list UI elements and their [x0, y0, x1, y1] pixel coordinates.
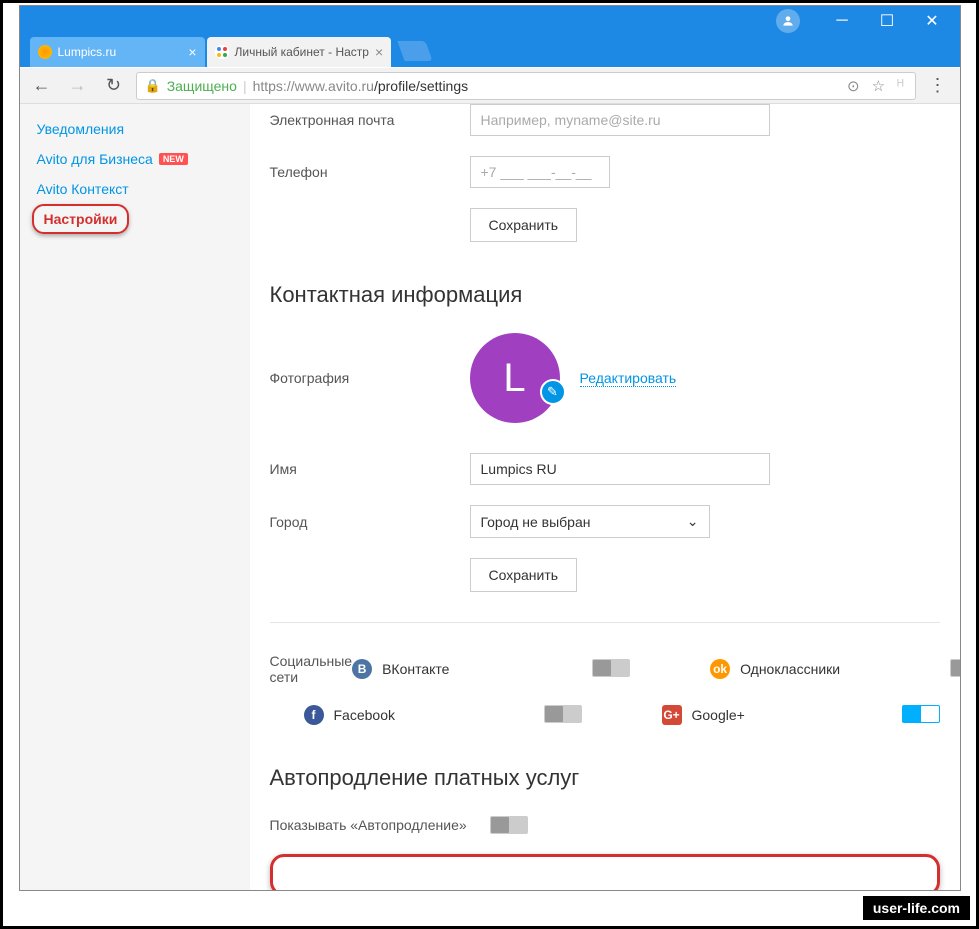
- email-input[interactable]: [470, 104, 770, 136]
- tab-close-icon[interactable]: ×: [375, 44, 383, 60]
- sidebar: Уведомления Avito для Бизнеса NEW Avito …: [20, 104, 250, 890]
- tab-title: Lumpics.ru: [58, 45, 117, 59]
- url-text: https://www.avito.ru/profile/settings: [253, 78, 469, 94]
- search-icon[interactable]: ⊙: [844, 77, 863, 95]
- tab-favicon: [38, 45, 52, 59]
- ok-icon: ok: [710, 659, 730, 679]
- social-gp-label: Google+: [692, 707, 745, 723]
- tab-title: Личный кабинет - Настр: [235, 45, 369, 59]
- reload-button[interactable]: ↻: [100, 72, 128, 100]
- facebook-icon: f: [304, 705, 324, 725]
- sidebar-item-notifications[interactable]: Уведомления: [32, 114, 238, 144]
- name-label: Имя: [270, 461, 470, 477]
- phone-label: Телефон: [270, 164, 470, 180]
- user-account-icon[interactable]: [776, 9, 800, 33]
- auto-section-title: Автопродление платных услуг: [270, 765, 940, 791]
- translate-icon: ᴴ: [894, 77, 906, 94]
- sidebar-item-context[interactable]: Avito Контекст: [32, 174, 238, 204]
- new-badge: NEW: [159, 153, 188, 165]
- tab-favicon: [215, 45, 229, 59]
- social-label: Социальные сети: [270, 653, 353, 685]
- avatar-edit-icon[interactable]: ✎: [540, 379, 566, 405]
- browser-menu-icon[interactable]: ⋮: [924, 75, 952, 96]
- lock-icon: 🔒: [145, 78, 161, 94]
- new-tab-button[interactable]: [398, 41, 433, 61]
- ok-toggle[interactable]: [950, 659, 959, 677]
- googleplus-icon: G+: [662, 705, 682, 725]
- browser-tab-bar: Lumpics.ru × Личный кабинет - Настр ×: [20, 35, 960, 67]
- save-button-2[interactable]: Сохранить: [470, 558, 578, 592]
- photo-label: Фотография: [270, 370, 470, 386]
- browser-tab-1[interactable]: Lumpics.ru ×: [30, 37, 205, 67]
- edit-avatar-link[interactable]: Редактировать: [580, 370, 677, 387]
- name-input[interactable]: [470, 453, 770, 485]
- browser-tab-2[interactable]: Личный кабинет - Настр ×: [207, 37, 392, 67]
- sidebar-item-settings[interactable]: Настройки: [32, 204, 130, 234]
- phone-input[interactable]: +7 ___ ___-__-__: [470, 156, 610, 188]
- vk-toggle[interactable]: [592, 659, 630, 677]
- social-fb-label: Facebook: [334, 707, 395, 723]
- auto-toggle[interactable]: [490, 816, 528, 834]
- highlighted-area: [270, 854, 940, 890]
- avatar: L ✎: [470, 333, 560, 423]
- watermark: user-life.com: [861, 894, 972, 922]
- social-vk-label: ВКонтакте: [382, 661, 449, 677]
- fb-toggle[interactable]: [544, 705, 582, 723]
- forward-button[interactable]: →: [64, 72, 92, 100]
- chevron-down-icon: ⌄: [687, 513, 699, 530]
- address-bar: ← → ↻ 🔒 Защищено | https://www.avito.ru/…: [20, 68, 960, 104]
- back-button[interactable]: ←: [28, 72, 56, 100]
- window-title-bar: ─ ☐ ✕: [20, 6, 960, 36]
- divider: [270, 622, 940, 623]
- social-ok-label: Одноклассники: [740, 661, 840, 677]
- city-select[interactable]: Город не выбран ⌄: [470, 505, 710, 538]
- auto-show-label: Показывать «Автопродление»: [270, 817, 490, 833]
- secure-label: Защищено: [167, 78, 237, 94]
- save-button[interactable]: Сохранить: [470, 208, 578, 242]
- vk-icon: B: [352, 659, 372, 679]
- contact-section-title: Контактная информация: [270, 282, 940, 308]
- close-button[interactable]: ✕: [910, 6, 955, 36]
- tab-close-icon[interactable]: ×: [188, 44, 196, 60]
- bookmark-icon[interactable]: ☆: [869, 77, 888, 95]
- url-input[interactable]: 🔒 Защищено | https://www.avito.ru/profil…: [136, 72, 916, 100]
- minimize-button[interactable]: ─: [820, 6, 865, 36]
- sidebar-item-business[interactable]: Avito для Бизнеса NEW: [32, 144, 238, 174]
- gp-toggle[interactable]: [902, 705, 940, 723]
- maximize-button[interactable]: ☐: [865, 6, 910, 36]
- city-label: Город: [270, 514, 470, 530]
- main-content: Электронная почта Телефон +7 ___ ___-__-…: [250, 104, 960, 890]
- email-label: Электронная почта: [270, 112, 470, 128]
